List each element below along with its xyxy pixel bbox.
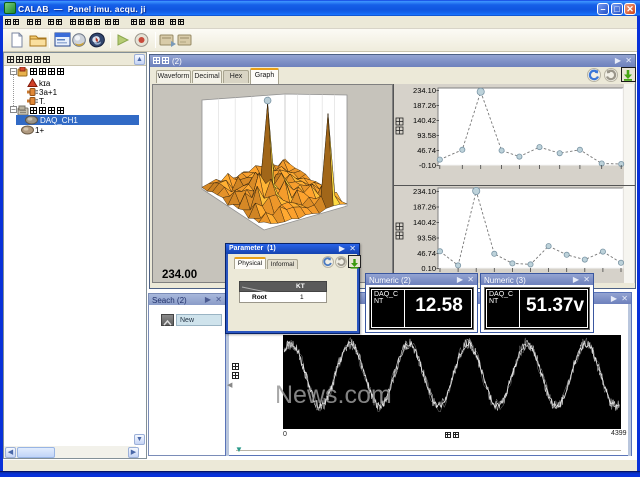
svg-text:140.42: 140.42 <box>413 116 436 125</box>
svg-text:234.10: 234.10 <box>413 86 436 95</box>
svg-text:93.58: 93.58 <box>417 131 436 140</box>
svg-text:187.26: 187.26 <box>413 101 436 110</box>
svg-text:187.26: 187.26 <box>413 203 436 212</box>
svg-text:46.74: 46.74 <box>417 249 436 258</box>
svg-text:93.58: 93.58 <box>417 234 436 243</box>
svg-text:0.10: 0.10 <box>421 264 436 273</box>
svg-text:46.74: 46.74 <box>417 146 436 155</box>
svg-text:140.42: 140.42 <box>413 218 436 227</box>
svg-text:-0.10: -0.10 <box>419 161 436 170</box>
svg-text:234.10: 234.10 <box>413 187 436 196</box>
